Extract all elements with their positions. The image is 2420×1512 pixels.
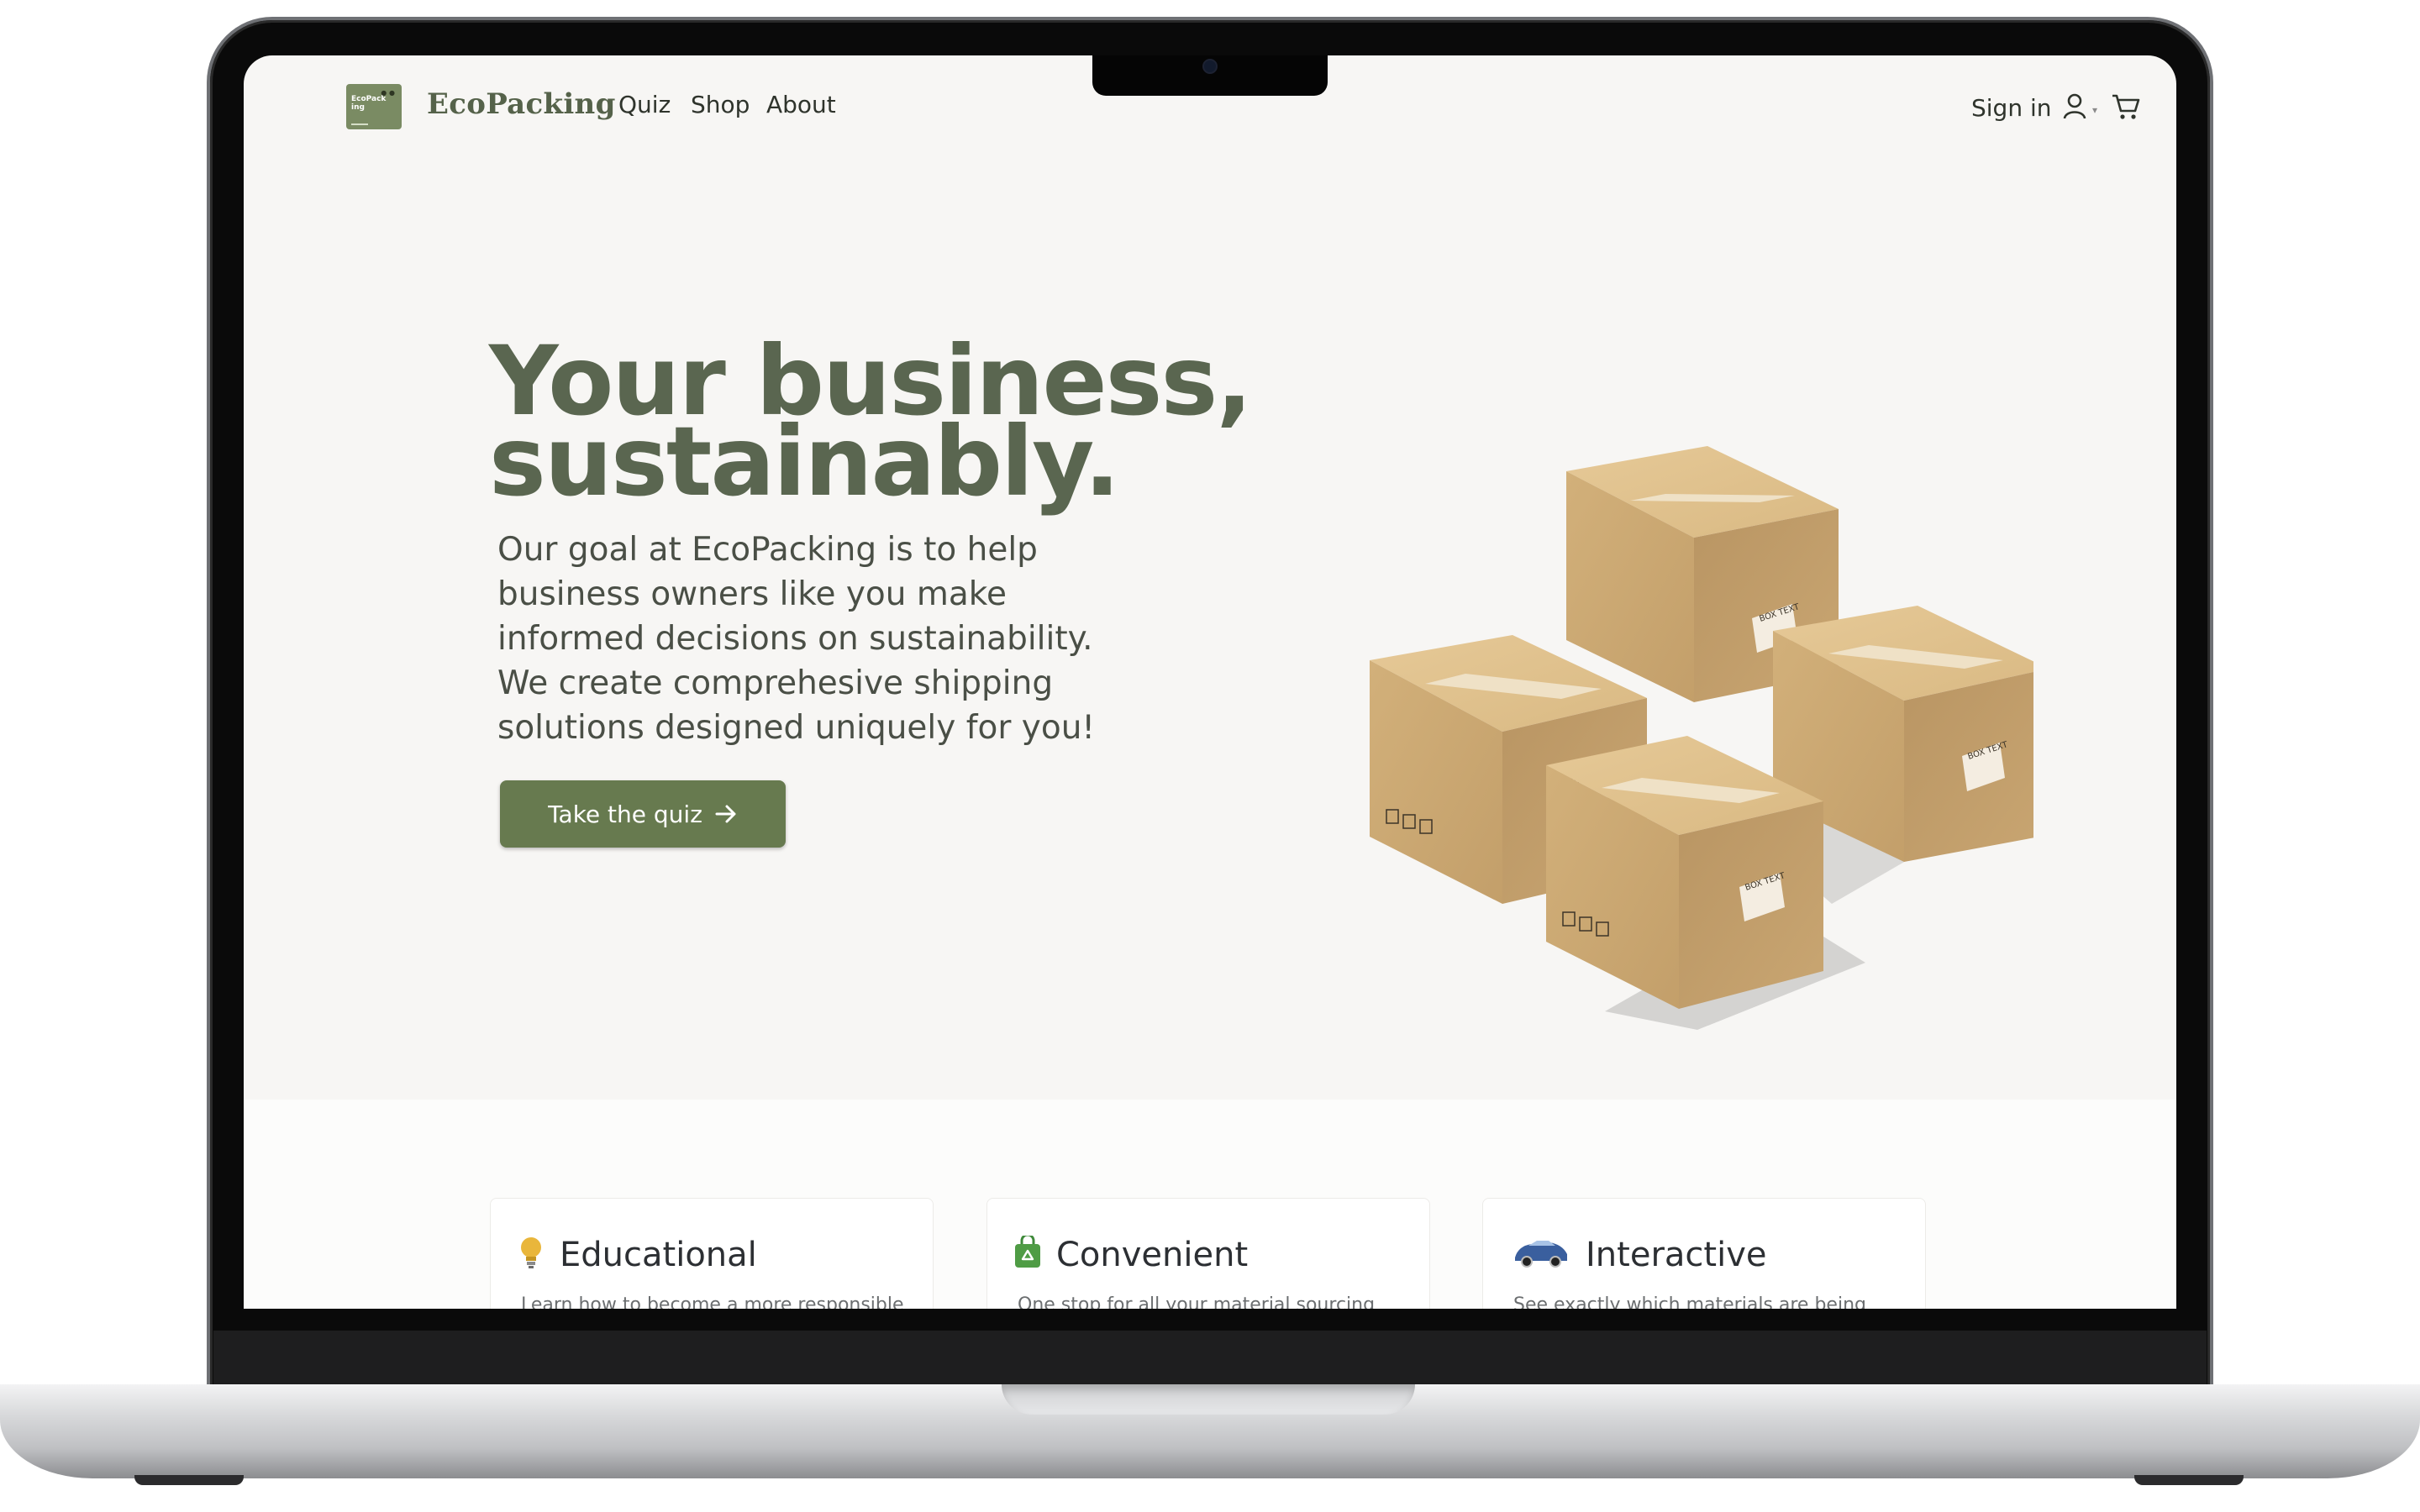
feature-card-educational: Educational Learn how to become a more r… — [490, 1198, 934, 1309]
car-icon — [1515, 1241, 1567, 1268]
brand-name[interactable]: EcoPacking — [427, 87, 616, 121]
laptop-foot-left — [134, 1475, 244, 1485]
feature-card-convenient: Convenient One stop for all your materia… — [986, 1198, 1430, 1309]
nav-link-quiz[interactable]: Quiz — [618, 91, 671, 118]
nav-link-shop[interactable]: Shop — [691, 91, 750, 118]
arrow-right-icon — [715, 805, 736, 823]
feature-text: One stop for all your material sourcing — [1018, 1294, 1376, 1309]
lightbulb-icon — [521, 1237, 541, 1268]
chevron-down-icon[interactable]: ▾ — [2092, 104, 2097, 116]
laptop-screen: EcoPack ing ● ● EcoPacking Quiz Shop Abo… — [244, 55, 2176, 1309]
recycle-bag-icon — [1015, 1236, 1040, 1268]
hero-headline: Your business, sustainably. — [489, 333, 1253, 510]
take-quiz-button[interactable]: Take the quiz — [500, 780, 786, 848]
nav-link-about[interactable]: About — [766, 91, 836, 118]
user-icon[interactable] — [2062, 92, 2087, 119]
cart-icon[interactable] — [2111, 92, 2141, 121]
brand-logo[interactable]: EcoPack ing ● ● — [346, 84, 402, 129]
cardboard-boxes-illustration: BOX TEXT BOX TEXT BOX TEXT — [1370, 446, 2033, 1030]
laptop-foot-right — [2134, 1475, 2244, 1485]
laptop-chin — [213, 1331, 2207, 1386]
hero-headline-line2: sustainably. — [489, 406, 1120, 517]
logo-text: EcoPack ing — [351, 95, 387, 112]
camera-icon — [1202, 59, 1218, 74]
feature-card-interactive: Interactive See exactly which materials … — [1482, 1198, 1926, 1309]
hero-intro-text: Our goal at EcoPacking is to help busine… — [497, 531, 1096, 747]
logo-eyes-icon: ● ● — [381, 89, 395, 97]
logo-underline — [351, 123, 368, 125]
feature-title: Educational — [560, 1236, 757, 1274]
feature-text: See exactly which materials are being — [1513, 1294, 1866, 1309]
feature-title: Interactive — [1586, 1236, 1767, 1274]
sign-in-link[interactable]: Sign in — [1971, 94, 2052, 122]
feature-text: Learn how to become a more responsible — [521, 1294, 904, 1309]
take-quiz-label: Take the quiz — [548, 800, 702, 828]
laptop-trackpad-notch — [1002, 1384, 1415, 1415]
feature-title: Convenient — [1056, 1236, 1249, 1274]
